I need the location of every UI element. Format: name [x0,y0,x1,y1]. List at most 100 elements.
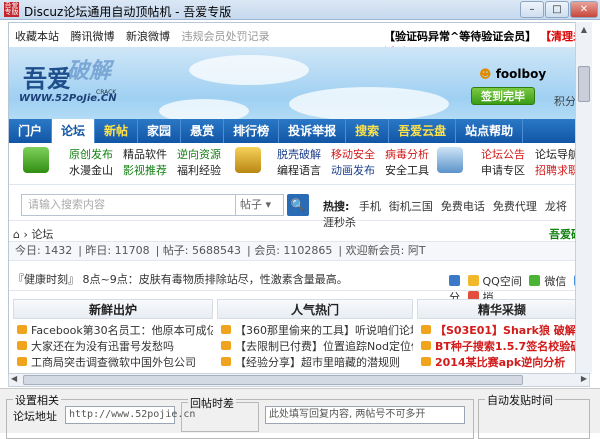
browser-frame: 收藏本站 腾讯微博 新浪微博 违规会员处罚记录 【验证码异常^等待验证会员】 【… [8,22,590,374]
list-item[interactable]: 【S03E01】Shark狼 破解教程 [421,323,587,339]
quick-col-2: 脱壳破解 移动安全 病毒分析 编程语言 动画发布 安全工具 [277,147,439,179]
bullet-icon [221,325,231,334]
quick-tools[interactable]: 安全工具 [385,163,429,179]
col-hot: 【360那里偷来的工具】听说咱们论坛里 【去限制已付费】位置追踪Nod定位他人 … [221,323,413,371]
hot-item[interactable]: 手机 [359,200,381,213]
quick-virus[interactable]: 病毒分析 [385,147,429,163]
nav-help[interactable]: 站点帮助 [456,119,524,143]
quick-animation[interactable]: 动画发布 [331,163,375,179]
close-button[interactable]: ✕ [570,1,598,18]
list-item-text: 工商局突击调查微软中国外包公司 [31,356,196,369]
nav-new-posts[interactable]: 新帖 [95,119,139,143]
list-item[interactable]: BT种子搜索1.5.7签名校验破解 [421,339,587,355]
nav-ranking[interactable]: 排行榜 [224,119,280,143]
reply-content-input[interactable]: 此处填写回复内容, 两帖号不可多开 [265,406,465,424]
scroll-left-icon[interactable]: ◀ [11,374,17,383]
share-qzone[interactable]: QQ空间 [483,275,522,288]
quick-water[interactable]: 水漫金山 [69,163,113,179]
scroll-right-icon[interactable]: ▶ [581,374,587,383]
forum-address-label: 论坛地址 [13,410,57,423]
nav-portal[interactable]: 门户 [9,119,53,143]
quick-movies[interactable]: 影视推荐 [123,163,167,179]
quick-original[interactable]: 原创发布 [69,147,113,163]
nav-report[interactable]: 投诉举报 [279,119,347,143]
list-item[interactable]: 大家还在为没有迅雷号发愁吗 [17,339,213,355]
vertical-scrollbar[interactable]: ▲ [575,22,592,374]
quick-mobile-security[interactable]: 移动安全 [331,147,375,163]
list-item[interactable]: 【经验分享】超市里暗藏的潜规则 [221,355,413,371]
username-text: foolboy [495,67,547,81]
window-title: Discuz论坛通用自动顶帖机 - 吾爱专版 [24,5,232,19]
search-scope-select[interactable]: 帖子 ▾ [236,194,284,216]
add-icon[interactable] [449,275,460,286]
list-item-text: 2014某比赛apk逆向分析 [435,356,566,369]
scroll-thumb[interactable] [578,66,590,102]
link-sina-weibo[interactable]: 新浪微博 [126,30,170,43]
bullet-icon [17,357,27,366]
app-icon: 吾爱专版 [4,2,19,17]
quick-software[interactable]: 精品软件 [123,147,167,163]
hot-item[interactable]: 龙将 [545,200,567,213]
list-item[interactable]: Facebook第30名员工：他原本可成亿万富 [17,323,213,339]
link-tencent-weibo[interactable]: 腾讯微博 [71,30,115,43]
search-scope-value: 帖子 [240,198,262,211]
scroll-up-icon[interactable]: ▲ [576,22,592,38]
hot-item[interactable]: 免费代理 [493,200,537,213]
site-logo[interactable]: 吾爱 [23,59,71,94]
user-icon: ☻ [479,67,496,81]
nav-search[interactable]: 搜索 [346,119,390,143]
breadcrumb-forum[interactable]: 论坛 [31,228,53,241]
search-input[interactable]: 请输入搜索内容 [21,194,236,216]
bullet-icon [421,357,431,366]
quick-guide[interactable]: 论坛导航 [535,147,579,163]
quick-jobs[interactable]: 招聘求职 [535,163,579,179]
bullet-icon [17,341,27,350]
list-item-text: 【去限制已付费】位置追踪Nod定位他人 [235,340,413,353]
list-item[interactable]: 【360那里偷来的工具】听说咱们论坛里 [221,323,413,339]
nav-home[interactable]: 家园 [138,119,182,143]
vcode-link[interactable]: 【验证码异常^等待验证会员】 [384,30,536,43]
post-columns: 新鲜出炉 人气热门 精华采撷 Facebook第30名员工：他原本可成亿万富 大… [9,299,589,373]
auto-post-label: 自动发贴时间 [485,392,555,408]
nav-cloud[interactable]: 吾爱云盘 [389,119,457,143]
house-icon [437,147,463,173]
scroll-thumb-h[interactable] [23,375,523,385]
col-fresh: Facebook第30名员工：他原本可成亿万富 大家还在为没有迅雷号发愁吗 工商… [17,323,213,371]
quick-welfare[interactable]: 福利经验 [177,163,221,179]
stat-posts: 帖子: 5688543 [162,244,242,257]
hot-item[interactable]: 免费电话 [441,200,485,213]
list-item[interactable]: 【去限制已付费】位置追踪Nod定位他人 [221,339,413,355]
nav-reward[interactable]: 悬赏 [181,119,225,143]
title-bar: 吾爱专版 Discuz论坛通用自动顶帖机 - 吾爱专版 – □ ✕ [0,0,600,20]
col-head-hot: 人气热门 [217,299,413,319]
list-item[interactable]: 工商局突击调查微软中国外包公司 [17,355,213,371]
link-punish-record[interactable]: 违规会员处罚记录 [182,30,270,43]
stat-welcome[interactable]: 欢迎新会员: 阿T [346,244,426,257]
forum-address-input[interactable]: http://www.52pojie.cn [65,406,195,424]
username-link[interactable]: ☻ foolboy [479,67,546,81]
quick-links: 原创发布 精品软件 逆向资源 水漫金山 影视推荐 福利经验 脱壳破解 移动安全 病毒分析 编… [9,143,589,185]
reply-interval-label: 回帖时差 [188,395,236,411]
quick-apply[interactable]: 申请专区 [481,163,525,179]
bullet-icon [421,341,431,350]
hot-label: 热搜: [323,200,350,213]
sign-in-button[interactable]: 签到完毕 [471,87,535,105]
home-icon[interactable]: ⌂ [13,228,20,241]
quick-announce[interactable]: 论坛公告 [481,147,525,163]
nav-forum[interactable]: 论坛 [52,119,96,143]
quick-unpack[interactable]: 脱壳破解 [277,147,321,163]
hot-item[interactable]: 街机三国 [389,200,433,213]
quick-reverse[interactable]: 逆向资源 [177,147,221,163]
bullet-icon [221,357,231,366]
link-bookmark[interactable]: 收藏本站 [15,30,59,43]
share-wechat[interactable]: 微信 [544,275,566,288]
settings-group-label: 设置相关 [13,392,61,408]
col-head-fresh: 新鲜出炉 [13,299,213,319]
list-item[interactable]: 2014某比赛apk逆向分析 [421,355,587,371]
minimize-button[interactable]: – [520,1,544,18]
search-button[interactable]: 🔍 [287,194,309,216]
quick-programming[interactable]: 编程语言 [277,163,321,179]
stat-today: 今日: 1432 [15,244,73,257]
horizontal-scrollbar[interactable]: ◀ ▶ [8,373,590,387]
maximize-button[interactable]: □ [545,1,569,18]
